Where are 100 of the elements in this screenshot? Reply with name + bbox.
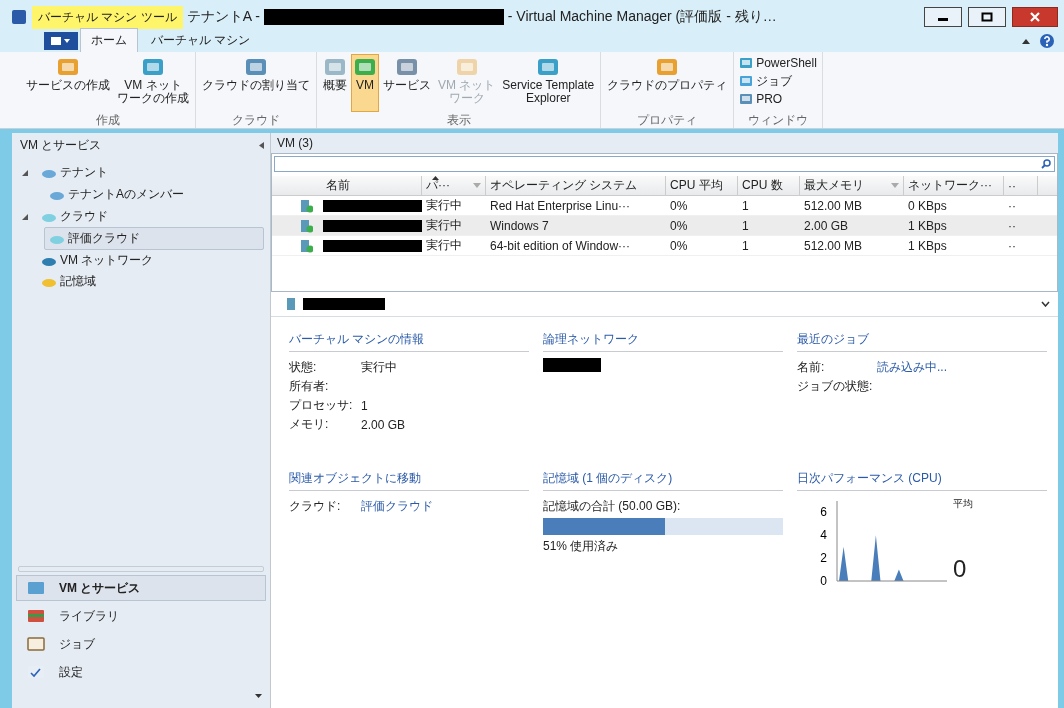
ribbon-group-label: クラウド — [231, 112, 281, 128]
ribbon-button[interactable]: サービスの作成 — [23, 54, 113, 112]
tree-item[interactable]: クラウド — [36, 205, 113, 228]
close-icon — [1029, 12, 1041, 22]
window-icon — [57, 58, 79, 76]
table-row[interactable]: 実行中 64-bit edition of Window··· 0% 1 512.00 MB 1 KBps ·· — [272, 236, 1057, 256]
workspace-button[interactable]: VM とサービス — [16, 575, 266, 601]
tree-item[interactable]: テナント — [36, 161, 113, 184]
sort-arrow-icon — [432, 176, 439, 180]
window-icon — [142, 58, 164, 76]
field-label: ジョブの状態: — [797, 378, 874, 395]
ribbon-button[interactable]: PowerShell — [737, 54, 819, 72]
file-menu-button[interactable] — [44, 32, 78, 50]
ribbon-button[interactable]: PRO — [737, 90, 819, 108]
menu-icon — [50, 36, 72, 46]
section-title: 日次パフォーマンス (CPU) — [797, 470, 1047, 491]
window-icon — [537, 58, 560, 76]
window-icon — [396, 58, 418, 76]
tree-item[interactable]: テナントAのメンバー — [44, 183, 189, 206]
window-icon — [324, 58, 346, 76]
table-cell-text: ·· — [1007, 198, 1017, 213]
close-button[interactable] — [1012, 7, 1058, 27]
y-tick-label: 0 — [820, 574, 828, 588]
collapse-ribbon-icon[interactable] — [1022, 38, 1030, 44]
field-label: プロセッサ: — [289, 397, 354, 414]
column-header[interactable]: 最大メモリ — [800, 176, 904, 195]
y-tick-label: 2 — [820, 551, 828, 566]
table-cell-text: 64-bit edition of Window··· — [489, 238, 632, 253]
field-value: 2.00 GB — [361, 417, 406, 432]
window-title: テナントA - — [186, 8, 260, 26]
ribbon-button[interactable]: VM ネット ワークの作成 — [114, 54, 192, 112]
cloud-link[interactable]: 評価クラウド — [361, 498, 433, 515]
column-header[interactable]: ネットワーク··· — [904, 176, 1004, 195]
job-link[interactable]: 読み込み中... — [877, 359, 947, 376]
ribbon-tab[interactable]: バーチャル マシン — [140, 28, 262, 52]
table-cell-text: ·· — [1007, 238, 1017, 253]
help-icon[interactable] — [1040, 34, 1054, 48]
window-icon — [354, 58, 376, 76]
column-header[interactable]: CPU 平均 — [666, 176, 738, 195]
table-cell-text: 0% — [669, 218, 689, 233]
workspace-button[interactable]: ライブラリ — [16, 603, 266, 629]
ribbon-group-label: ウィンドウ — [747, 112, 809, 128]
vm-icon — [287, 298, 295, 310]
table-cell-text: 実行中 — [425, 197, 463, 214]
window-icon — [656, 58, 679, 76]
y-tick-label: 6 — [820, 505, 828, 520]
window-icon — [739, 93, 754, 105]
field-value: 実行中 — [361, 359, 397, 376]
collapse-pane-icon[interactable] — [259, 142, 264, 149]
field-label: メモリ: — [289, 416, 330, 433]
table-cell-text: 実行中 — [425, 217, 463, 234]
vm-icon — [300, 198, 314, 213]
table-cell-text: 1 — [741, 238, 750, 253]
table-cell-text: 0 KBps — [907, 198, 948, 213]
expand-arrow-icon[interactable] — [22, 213, 28, 220]
minimize-button[interactable] — [924, 7, 962, 27]
ribbon-button[interactable]: Service Template Explorer — [499, 54, 598, 112]
list-title: VM (3) — [271, 133, 1058, 153]
column-header[interactable]: オペレーティング システム — [486, 176, 666, 195]
section-title: 最近のジョブ — [797, 331, 1047, 352]
ribbon-tab[interactable]: ホーム — [80, 28, 138, 52]
section-title: バーチャル マシンの情報 — [289, 331, 529, 352]
field-label: 所有者: — [289, 378, 330, 395]
field-value: 1 — [361, 398, 368, 413]
vm-icon — [300, 218, 314, 233]
table-cell-text: 実行中 — [425, 237, 463, 254]
column-header[interactable]: パ··· — [422, 176, 486, 195]
expand-arrow-icon[interactable] — [22, 169, 28, 176]
ribbon-button[interactable]: VM — [351, 54, 379, 112]
window-title: - Virtual Machine Manager (評価版 - 残り… — [507, 8, 777, 26]
y-tick-label: 4 — [820, 528, 828, 543]
pane-title: VM とサービス — [20, 137, 102, 154]
table-row[interactable]: 実行中 Windows 7 0% 1 2.00 GB 1 KBps ·· — [272, 216, 1057, 236]
search-field[interactable] — [274, 156, 1055, 172]
tree-item[interactable]: 評価クラウド — [44, 227, 264, 250]
window-icon — [739, 75, 754, 87]
column-header[interactable]: ·· — [1004, 176, 1038, 195]
vm-icon — [300, 238, 314, 253]
dropdown-arrow-icon[interactable] — [255, 694, 262, 698]
column-header[interactable]: CPU 数 — [738, 176, 800, 195]
ribbon-button[interactable]: クラウドのプロパティ — [604, 54, 731, 112]
ribbon-button[interactable]: 概要 — [320, 54, 350, 112]
table-cell-text: ·· — [1007, 218, 1017, 233]
field-label: クラウド: — [289, 498, 342, 515]
ribbon-button[interactable]: ジョブ — [737, 72, 819, 90]
table-cell-text: 512.00 MB — [803, 238, 864, 253]
section-title: 記憶域 (1 個のディスク) — [543, 470, 783, 491]
expand-icon[interactable] — [1041, 301, 1050, 307]
average-value: 0 — [953, 555, 967, 583]
maximize-button[interactable] — [968, 7, 1006, 27]
workspace-button[interactable]: 設定 — [16, 659, 266, 685]
tree-item[interactable]: VM ネットワーク — [36, 249, 159, 272]
table-cell-text: 512.00 MB — [803, 198, 864, 213]
workspace-button[interactable]: ジョブ — [16, 631, 266, 657]
ribbon-button[interactable]: クラウドの割り当て — [199, 54, 313, 112]
ribbon-button[interactable]: サービス — [380, 54, 434, 112]
tree-item[interactable]: 記憶域 — [36, 270, 101, 293]
column-header[interactable]: 名前 — [272, 176, 422, 195]
table-cell-text: 1 — [741, 218, 750, 233]
average-label: 平均 — [953, 497, 973, 511]
